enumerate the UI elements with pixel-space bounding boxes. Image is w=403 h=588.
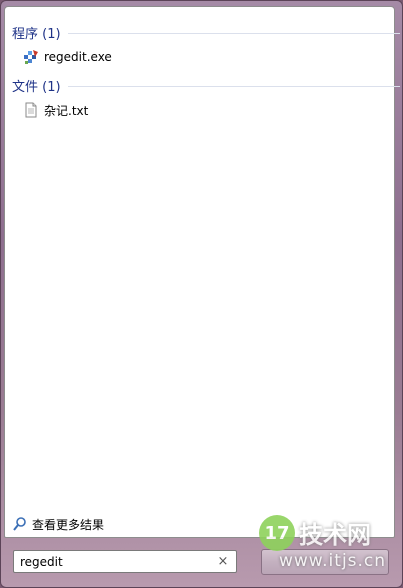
search-input[interactable] — [20, 554, 216, 569]
regedit-icon — [24, 50, 38, 64]
group-divider — [68, 86, 400, 87]
result-item-label: regedit.exe — [44, 50, 112, 64]
search-results-panel: 程序 (1) regedit.exe 文件 (1) 杂记.txt 查看更多结果 — [4, 6, 400, 538]
see-more-results-link[interactable]: 查看更多结果 — [12, 515, 104, 533]
group-header-files[interactable]: 文件 (1) — [12, 76, 400, 95]
group-header-programs[interactable]: 程序 (1) — [12, 23, 400, 42]
search-icon — [13, 517, 26, 531]
result-item-regedit[interactable]: regedit.exe — [23, 47, 112, 67]
search-box[interactable]: × — [13, 550, 237, 573]
result-item-label: 杂记.txt — [44, 103, 89, 118]
close-icon[interactable]: × — [216, 554, 230, 569]
see-more-label: 查看更多结果 — [32, 517, 105, 532]
group-header-files-label: 文件 (1) — [12, 79, 61, 95]
shutdown-button[interactable] — [261, 549, 389, 575]
group-header-programs-label: 程序 (1) — [12, 26, 61, 42]
group-divider — [68, 33, 400, 34]
text-file-icon — [25, 102, 37, 118]
start-menu-frame: 程序 (1) regedit.exe 文件 (1) 杂记.txt 查看更多结果 … — [0, 0, 403, 588]
result-item-text-file[interactable]: 杂记.txt — [23, 100, 88, 120]
